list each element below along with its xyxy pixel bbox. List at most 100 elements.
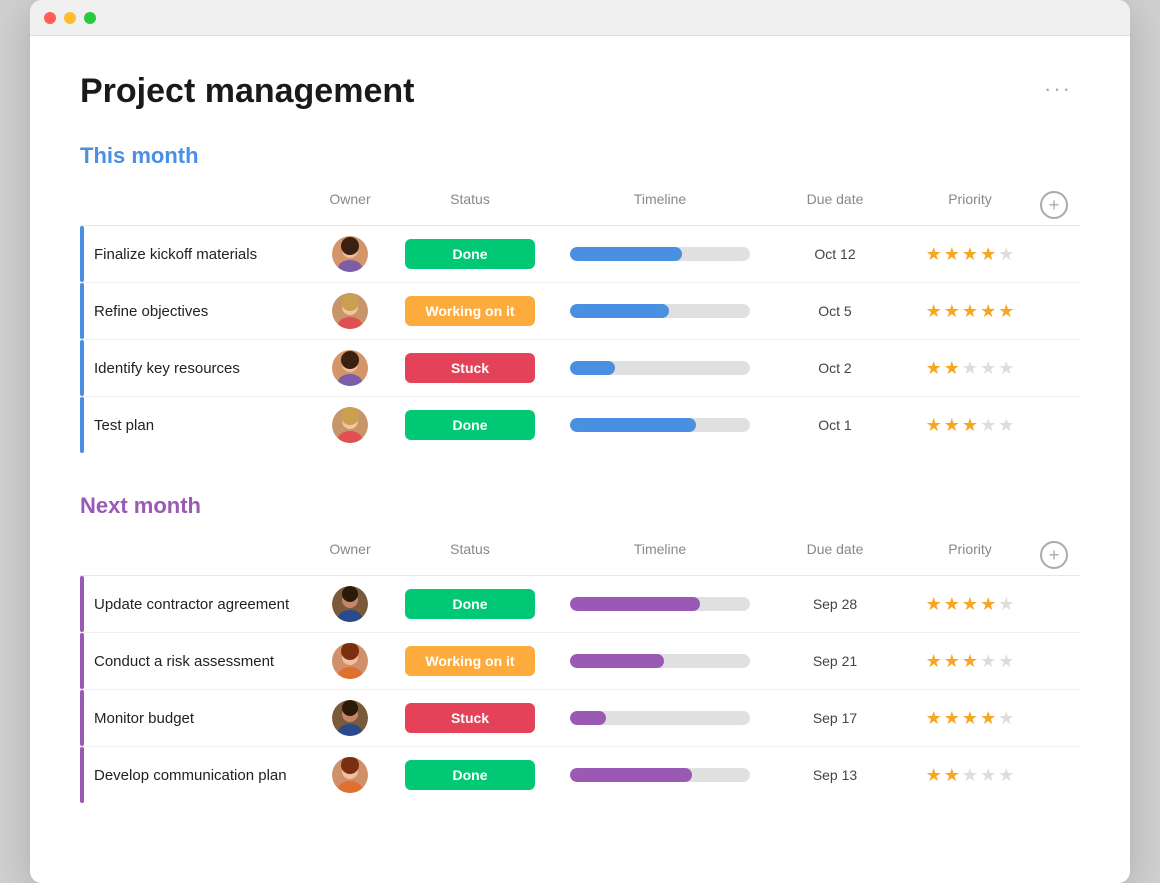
star-filled[interactable]: ★: [980, 594, 996, 615]
status-cell[interactable]: Stuck: [390, 353, 550, 383]
star-filled[interactable]: ★: [944, 358, 960, 379]
star-filled[interactable]: ★: [926, 358, 942, 379]
status-badge: Working on it: [405, 646, 535, 676]
star-filled[interactable]: ★: [962, 415, 978, 436]
avatar: [332, 757, 368, 793]
status-cell[interactable]: Done: [390, 410, 550, 440]
star-empty[interactable]: ★: [980, 765, 996, 786]
header-add-col: +: [1040, 191, 1080, 219]
dot-yellow[interactable]: [64, 12, 76, 24]
task-cell: Finalize kickoff materials: [80, 246, 310, 263]
priority-cell[interactable]: ★★★★★: [900, 651, 1040, 672]
section-title-next-month: Next month: [80, 493, 201, 519]
star-filled[interactable]: ★: [998, 301, 1014, 322]
row-border: [80, 226, 84, 282]
task-name: Identify key resources: [80, 360, 240, 377]
add-column-button[interactable]: +: [1040, 541, 1068, 569]
star-filled[interactable]: ★: [926, 415, 942, 436]
priority-cell[interactable]: ★★★★★: [900, 415, 1040, 436]
timeline-fill: [570, 597, 700, 611]
row-border: [80, 690, 84, 746]
stars: ★★★★★: [926, 244, 1015, 265]
star-filled[interactable]: ★: [926, 708, 942, 729]
star-empty[interactable]: ★: [998, 765, 1014, 786]
dot-green[interactable]: [84, 12, 96, 24]
star-empty[interactable]: ★: [998, 244, 1014, 265]
star-empty[interactable]: ★: [962, 765, 978, 786]
star-filled[interactable]: ★: [980, 301, 996, 322]
sections-container: This monthOwnerStatusTimelineDue datePri…: [80, 143, 1080, 803]
star-filled[interactable]: ★: [944, 651, 960, 672]
star-filled[interactable]: ★: [944, 765, 960, 786]
priority-cell[interactable]: ★★★★★: [900, 765, 1040, 786]
star-empty[interactable]: ★: [998, 594, 1014, 615]
status-cell[interactable]: Stuck: [390, 703, 550, 733]
star-filled[interactable]: ★: [944, 594, 960, 615]
star-filled[interactable]: ★: [944, 244, 960, 265]
star-filled[interactable]: ★: [926, 594, 942, 615]
status-cell[interactable]: Done: [390, 589, 550, 619]
page-title: Project management: [80, 72, 414, 111]
task-cell: Develop communication plan: [80, 767, 310, 784]
timeline-fill: [570, 304, 669, 318]
stars: ★★★★★: [926, 415, 1015, 436]
star-filled[interactable]: ★: [980, 708, 996, 729]
task-name: Conduct a risk assessment: [80, 653, 274, 670]
star-filled[interactable]: ★: [962, 244, 978, 265]
status-badge: Stuck: [405, 703, 535, 733]
timeline-fill: [570, 654, 664, 668]
avatar: [332, 236, 368, 272]
star-empty[interactable]: ★: [980, 415, 996, 436]
timeline-bar: [570, 304, 750, 318]
star-filled[interactable]: ★: [962, 708, 978, 729]
star-filled[interactable]: ★: [944, 301, 960, 322]
priority-cell[interactable]: ★★★★★: [900, 708, 1040, 729]
star-empty[interactable]: ★: [980, 651, 996, 672]
timeline-cell: [550, 304, 770, 318]
priority-cell[interactable]: ★★★★★: [900, 301, 1040, 322]
owner-cell: [310, 293, 390, 329]
status-cell[interactable]: Done: [390, 760, 550, 790]
timeline-bar: [570, 418, 750, 432]
timeline-cell: [550, 768, 770, 782]
table-header: OwnerStatusTimelineDue datePriority+: [80, 535, 1080, 576]
priority-cell[interactable]: ★★★★★: [900, 358, 1040, 379]
star-filled[interactable]: ★: [944, 415, 960, 436]
star-filled[interactable]: ★: [926, 651, 942, 672]
page-header: Project management ···: [80, 72, 1080, 111]
star-filled[interactable]: ★: [944, 708, 960, 729]
header-status-col: Status: [390, 191, 550, 219]
more-button[interactable]: ···: [1036, 72, 1080, 106]
dot-red[interactable]: [44, 12, 56, 24]
star-filled[interactable]: ★: [980, 244, 996, 265]
priority-cell[interactable]: ★★★★★: [900, 594, 1040, 615]
star-empty[interactable]: ★: [980, 358, 996, 379]
avatar: [332, 350, 368, 386]
star-filled[interactable]: ★: [962, 301, 978, 322]
priority-cell[interactable]: ★★★★★: [900, 244, 1040, 265]
star-filled[interactable]: ★: [962, 594, 978, 615]
timeline-bar: [570, 247, 750, 261]
add-column-button[interactable]: +: [1040, 191, 1068, 219]
star-empty[interactable]: ★: [962, 358, 978, 379]
star-empty[interactable]: ★: [998, 708, 1014, 729]
timeline-fill: [570, 768, 692, 782]
table-row: Monitor budgetStuckSep 17★★★★★: [80, 690, 1080, 747]
star-filled[interactable]: ★: [926, 765, 942, 786]
status-cell[interactable]: Working on it: [390, 296, 550, 326]
timeline-cell: [550, 597, 770, 611]
header-task-col: [90, 191, 310, 219]
row-border: [80, 747, 84, 803]
star-filled[interactable]: ★: [926, 301, 942, 322]
task-cell: Refine objectives: [80, 303, 310, 320]
star-filled[interactable]: ★: [962, 651, 978, 672]
star-empty[interactable]: ★: [998, 358, 1014, 379]
star-filled[interactable]: ★: [926, 244, 942, 265]
star-empty[interactable]: ★: [998, 651, 1014, 672]
status-cell[interactable]: Working on it: [390, 646, 550, 676]
star-empty[interactable]: ★: [998, 415, 1014, 436]
status-cell[interactable]: Done: [390, 239, 550, 269]
status-badge: Done: [405, 410, 535, 440]
stars: ★★★★★: [926, 651, 1015, 672]
table-row: Update contractor agreementDoneSep 28★★★…: [80, 576, 1080, 633]
